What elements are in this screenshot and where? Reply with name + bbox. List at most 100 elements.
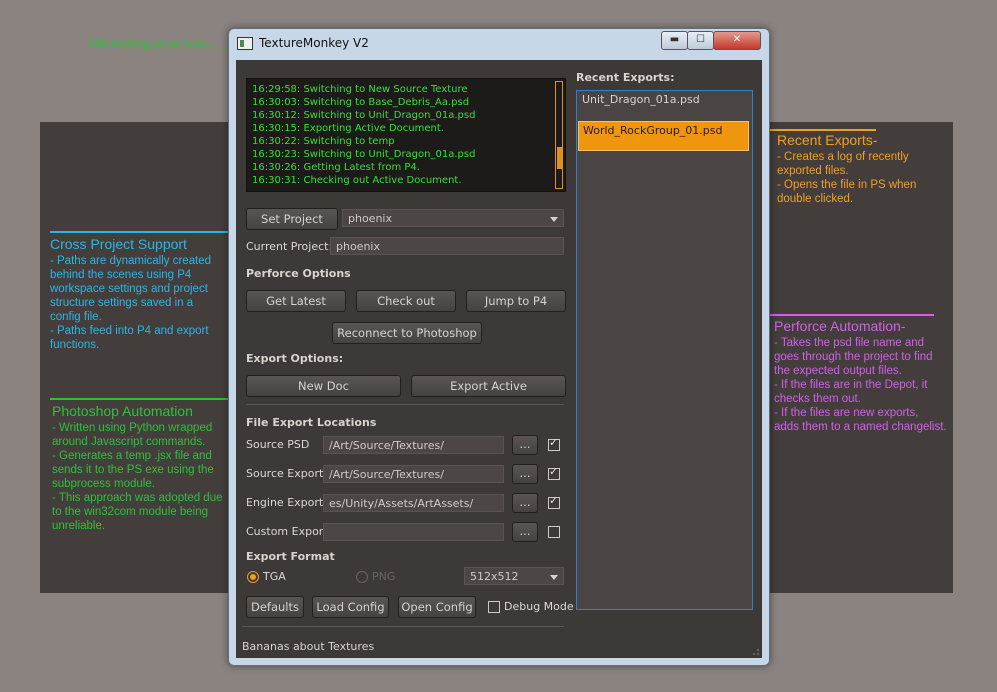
png-radio[interactable] bbox=[356, 571, 368, 583]
cross-project-line-text: config file. bbox=[50, 311, 102, 323]
perforce-line-text: - Takes the psd file name and bbox=[774, 337, 925, 349]
new-doc-button[interactable]: New Doc bbox=[246, 375, 401, 397]
defaults-button[interactable]: Defaults bbox=[246, 596, 304, 618]
engine-export-checkbox[interactable] bbox=[548, 494, 560, 509]
jump-to-p4-button[interactable]: Jump to P4 bbox=[466, 290, 566, 312]
custom-export-browse-button[interactable]: ... bbox=[512, 522, 538, 542]
perforce-annotation: Perforce Automation- - Takes the psd fil… bbox=[774, 318, 947, 434]
icon-note-underline bbox=[124, 53, 228, 54]
tga-label: TGA bbox=[263, 570, 286, 583]
cross-project-line-text: - Paths are dynamically created bbox=[50, 255, 212, 267]
log-line: 16:30:22: Switching to temp bbox=[252, 136, 395, 147]
engine-export-label: Engine Export bbox=[246, 496, 324, 509]
custom-export-checkbox[interactable] bbox=[548, 526, 560, 538]
recent-exports-line-text: - Opens the file in PS when bbox=[777, 179, 917, 191]
source-export-checkbox[interactable] bbox=[548, 465, 560, 480]
maximize-button[interactable]: ☐ bbox=[687, 31, 714, 50]
file-export-locations-header: File Export Locations bbox=[246, 416, 377, 429]
chevron-down-icon bbox=[550, 217, 558, 222]
photoshop-line-text: - Generates a temp .jsx file and bbox=[52, 450, 212, 462]
recent-exports-list[interactable]: Unit_Dragon_01a.psd World_RockGroup_01.p… bbox=[576, 90, 753, 610]
resize-grip-icon[interactable] bbox=[750, 646, 760, 656]
perforce-line-text: goes through the project to find bbox=[774, 351, 933, 363]
size-dropdown-value: 512x512 bbox=[470, 570, 519, 583]
source-export-browse-button[interactable]: ... bbox=[512, 464, 538, 484]
log-line: 16:29:58: Switching to New Source Textur… bbox=[252, 84, 468, 95]
perforce-line-text: - If the files are in the Depot, it bbox=[774, 379, 928, 391]
log-line: 16:30:26: Getting Latest from P4. bbox=[252, 162, 420, 173]
cross-project-line-text: - Paths feed into P4 and export bbox=[50, 325, 209, 337]
recent-exports-line-text: exported files. bbox=[777, 165, 849, 177]
source-psd-browse-button[interactable]: ... bbox=[512, 435, 538, 455]
export-format-header: Export Format bbox=[246, 550, 335, 563]
custom-export-label: Custom Export bbox=[246, 525, 328, 538]
perforce-line-text: the expected output files. bbox=[774, 365, 902, 377]
export-active-button[interactable]: Export Active bbox=[411, 375, 566, 397]
project-dropdown[interactable]: phoenix bbox=[342, 209, 564, 227]
photoshop-line-text: subprocess module. bbox=[52, 478, 155, 490]
tga-radio[interactable] bbox=[247, 571, 259, 583]
close-button[interactable]: ✕ bbox=[713, 31, 761, 50]
divider bbox=[242, 626, 564, 627]
list-item[interactable]: Unit_Dragon_01a.psd bbox=[578, 91, 749, 121]
photoshop-line-text: - This approach was adopted due bbox=[52, 492, 223, 504]
client-area: 16:29:58: Switching to New Source Textur… bbox=[236, 60, 762, 658]
log-scrollbar[interactable] bbox=[555, 81, 563, 189]
engine-export-path[interactable]: es/Unity/Assets/ArtAssets/ bbox=[323, 494, 504, 512]
custom-export-path[interactable] bbox=[323, 523, 504, 541]
cross-project-line-text: workspace settings and project bbox=[50, 283, 208, 295]
cross-project-title: Cross Project Support bbox=[50, 236, 187, 252]
chevron-down-icon bbox=[550, 575, 558, 580]
png-label: PNG bbox=[372, 570, 396, 583]
title-bar[interactable]: TextureMonkey V2 ▬ ☐ ✕ bbox=[229, 29, 769, 59]
cross-project-annotation: Cross Project Support - Paths are dynami… bbox=[50, 236, 211, 352]
source-psd-path[interactable]: /Art/Source/Textures/ bbox=[323, 436, 504, 454]
check-out-button[interactable]: Check out bbox=[356, 290, 456, 312]
log-line: 16:30:23: Switching to Unit_Dragon_01a.p… bbox=[252, 149, 476, 160]
source-export-label: Source Export bbox=[246, 467, 324, 480]
perforce-options-header: Perforce Options bbox=[246, 267, 351, 280]
log-scroll-thumb[interactable] bbox=[557, 147, 563, 169]
cross-project-line-text: functions. bbox=[50, 339, 100, 351]
log-line: 16:30:03: Switching to Base_Debris_Aa.ps… bbox=[252, 97, 470, 108]
icon-note: Still working on an Icon... bbox=[88, 38, 216, 50]
debug-mode-label: Debug Mode bbox=[504, 600, 574, 613]
source-export-path[interactable]: /Art/Source/Textures/ bbox=[323, 465, 504, 483]
photoshop-line-text: unreliable. bbox=[52, 520, 106, 532]
set-project-button[interactable]: Set Project bbox=[246, 208, 338, 230]
open-config-button[interactable]: Open Config bbox=[398, 596, 476, 618]
source-psd-checkbox[interactable] bbox=[548, 436, 560, 451]
export-options-header: Export Options: bbox=[246, 352, 344, 365]
recent-exports-line-text: double clicked. bbox=[777, 193, 854, 205]
source-psd-label: Source PSD bbox=[246, 438, 310, 451]
photoshop-line-text: sends it to the PS exe using the bbox=[52, 464, 214, 476]
recent-exports-header: Recent Exports: bbox=[576, 71, 675, 84]
current-project-label: Current Project: bbox=[246, 240, 333, 253]
project-dropdown-value: phoenix bbox=[348, 212, 392, 225]
photoshop-annotation: Photoshop Automation - Written using Pyt… bbox=[52, 403, 222, 533]
perforce-line-text: checks them out. bbox=[774, 393, 861, 405]
reconnect-photoshop-button[interactable]: Reconnect to Photoshop bbox=[332, 322, 482, 344]
debug-mode-checkbox[interactable] bbox=[488, 601, 500, 613]
app-window: TextureMonkey V2 ▬ ☐ ✕ 16:29:58: Switchi… bbox=[228, 28, 770, 666]
get-latest-button[interactable]: Get Latest bbox=[246, 290, 346, 312]
engine-export-browse-button[interactable]: ... bbox=[512, 493, 538, 513]
log-line: 16:30:31: Checking out Active Document. bbox=[252, 175, 462, 186]
app-icon bbox=[237, 37, 253, 50]
window-title: TextureMonkey V2 bbox=[259, 36, 369, 50]
log-panel[interactable]: 16:29:58: Switching to New Source Textur… bbox=[246, 78, 566, 192]
log-line: 16:30:15: Exporting Active Document. bbox=[252, 123, 444, 134]
perforce-title: Perforce Automation- bbox=[774, 318, 906, 334]
cross-project-line-text: behind the scenes using P4 bbox=[50, 269, 192, 281]
minimize-button[interactable]: ▬ bbox=[661, 31, 688, 50]
photoshop-title: Photoshop Automation bbox=[52, 403, 193, 419]
load-config-button[interactable]: Load Config bbox=[312, 596, 389, 618]
photoshop-line-text: around Javascript commands. bbox=[52, 436, 206, 448]
recent-exports-annotation: Recent Exports- - Creates a log of recen… bbox=[777, 132, 916, 206]
size-dropdown[interactable]: 512x512 bbox=[464, 567, 564, 585]
current-project-field[interactable]: phoenix bbox=[330, 237, 564, 255]
list-item-selected[interactable]: World_RockGroup_01.psd bbox=[578, 121, 749, 151]
log-line: 16:30:12: Switching to Unit_Dragon_01a.p… bbox=[252, 110, 476, 121]
photoshop-line-text: - Written using Python wrapped bbox=[52, 422, 213, 434]
perforce-line-text: - If the files are new exports, bbox=[774, 407, 919, 419]
